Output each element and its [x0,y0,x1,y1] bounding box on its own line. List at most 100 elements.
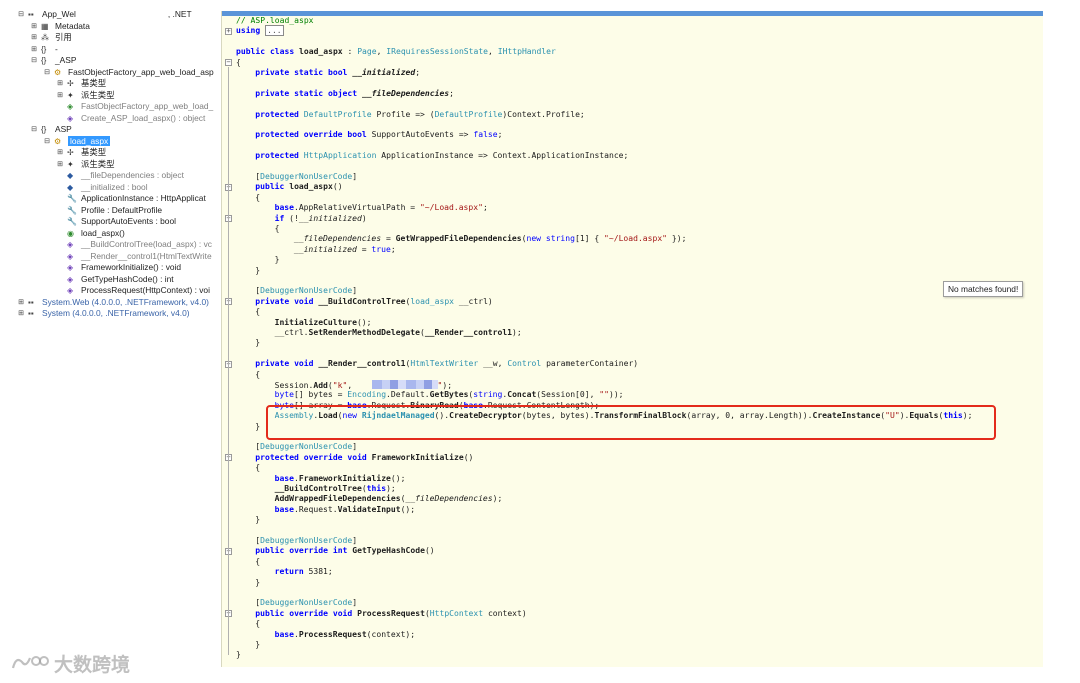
code-line: base.Request.ValidateInput(); [274,504,416,514]
tree-item[interactable]: ⊟ ⚙ FastObjectFactory_app_web_load_asp [14,67,220,79]
expand-toggle-icon[interactable]: ⊞ [55,159,65,171]
tree-item[interactable]: ◈ __Render__control1(HtmlTextWrite [14,251,220,263]
tree-item-label: 基类型 [81,78,107,88]
expand-toggle-icon[interactable]: ⊞ [55,78,65,90]
code-token: string [473,390,503,400]
tree-item[interactable]: ⊞ ▪▪ System.Web (4.0.0.0, .NETFramework, v… [14,297,220,309]
collapsed-using-button[interactable]: ... [265,25,284,37]
expand-toggle-icon[interactable]: ⊞ [55,147,65,159]
tree-item[interactable]: ◆ __fileDependencies : object [14,170,220,182]
tree-item[interactable]: ◈ ProcessRequest(HttpContext) : voi [14,285,220,297]
code-token: this [366,484,387,493]
field-icon: ◆ [67,182,74,192]
code-token: string [545,234,575,244]
code-token: Concat [507,390,537,400]
tree-item[interactable]: ⊞ ⁂ 引用 [14,32,220,44]
tree-item[interactable]: ⊞ ▪▪ System (4.0.0.0, .NETFramework, v4.0) [14,308,220,320]
code-token: FrameworkInitialize [298,473,391,483]
tree-item[interactable]: ⊟ ▪▪ App_Wel , .NET [14,9,220,21]
tree-item[interactable]: ⊞ ✢ 基类型 [14,147,220,159]
tree-item-label: 引用 [55,32,72,42]
expand-toggle-icon[interactable]: ⊞ [29,21,39,33]
tree-item[interactable]: 🔧 SupportAutoEvents : bool [14,216,220,228]
code-line: __initialized = true; [293,244,396,254]
code-token: void [347,452,367,462]
tree-item-label: load_aspx [68,135,111,146]
code-token: __fileDependencies [293,234,382,244]
namespace-icon: {} [41,125,47,134]
tree-item[interactable]: ⊞ ✦ 派生类型 [14,90,220,102]
code-token: byte [274,390,294,400]
assembly-tree[interactable]: ⊟ ▪▪ App_Wel, .NET ⊞ ▦ Metadata ⊞ ⁂ 引用 ⊞{} - ⊟{} _AS… [14,9,220,669]
tree-item[interactable]: 🔧 Profile : DefaultProfile [14,205,220,217]
code-token: load_aspx [410,296,455,306]
code-token: protected [255,130,299,140]
expand-toggle-icon[interactable]: ⊞ [16,308,26,320]
base-types-icon: ✢ [67,148,74,157]
collapse-toggle-icon[interactable]: ⊟ [42,67,52,79]
expand-toggle-icon[interactable]: ⊞ [55,90,65,102]
code-line: base.ProcessRequest(context); [274,629,416,639]
tree-item-label: System.Web (4.0.0.0, .NETFramework, v4.0… [42,296,209,307]
code-token: base [274,473,294,483]
tree-item[interactable]: ⊟ ⚙ load_aspx [14,135,220,148]
code-line: { [255,369,261,379]
tree-item[interactable]: 🔧 ApplicationInstance : HttpApplicat [14,193,220,205]
code-token: DebuggerNonUserCode [260,442,353,452]
collapse-toggle-icon[interactable]: ⊟ [29,55,39,67]
expand-toggle-icon[interactable]: ⊞ [29,44,39,56]
code-line: InitializeCulture(); [274,317,372,327]
tree-item[interactable]: ◈ Create_ASP_load_aspx() : object [14,113,220,125]
code-line: [DebuggerNonUserCode] [255,536,358,545]
tree-item[interactable]: ⊞{} - [14,44,220,56]
code-token: InitializeCulture [274,317,357,327]
code-token: __initialized [352,68,416,77]
expand-toggle-icon[interactable]: ⊞ [16,297,26,309]
method-icon: ◈ [67,286,74,295]
code-line: private static object __fileDependencies… [255,88,455,98]
tree-item[interactable]: ⊞ ✢ 基类型 [14,78,220,90]
tree-item[interactable]: ⊟{} _ASP [14,55,220,67]
code-line: [DebuggerNonUserCode] [255,442,358,452]
code-line: } [255,640,261,649]
metadata-icon: ▦ [41,21,49,31]
code-token: __initialized [293,244,357,254]
code-token: "~/Load.aspx" [604,234,668,244]
collapse-toggle-icon[interactable]: ⊟ [16,9,26,21]
tree-item[interactable]: ◈ GetTypeHashCode() : int [14,274,220,286]
collapse-region-icon[interactable]: − [225,59,232,67]
collapse-toggle-icon[interactable]: ⊟ [29,124,39,136]
tree-item[interactable]: ◈ FrameworkInitialize() : void [14,262,220,274]
code-line: { [255,192,261,202]
code-line: [DebuggerNonUserCode] [255,172,358,181]
code-line: protected override bool SupportAutoEvent… [255,130,503,140]
decompiled-code-view[interactable]: +−−−−−−−− // ASP.load_aspxusing ...publi… [221,11,1043,667]
tree-item[interactable]: ⊞ ▦ Metadata [14,21,220,33]
collapse-toggle-icon[interactable]: ⊟ [42,136,52,148]
method-icon: ◈ [67,113,74,123]
tree-item[interactable]: ◉ load_aspx() [14,228,220,240]
expand-region-icon[interactable]: + [225,27,232,35]
code-token: DebuggerNonUserCode [260,598,353,608]
code-token: GetTypeHashCode [352,546,425,556]
fold-guide-line [228,222,229,261]
namespace-icon: {} [41,56,47,65]
code-token: base [274,629,294,639]
code-line: [DebuggerNonUserCode] [255,286,358,296]
code-token: FrameworkInitialize [371,452,464,462]
tree-item[interactable]: ⊟{} ASP [14,124,220,136]
tree-item[interactable]: ⊞ ✦ 派生类型 [14,159,220,171]
code-token: // ASP.load_aspx [236,16,314,25]
method-icon: ◈ [67,274,74,284]
tree-item[interactable]: ◆ __initialized : bool [14,182,220,194]
code-token: AddWrappedFileDependencies [274,494,401,504]
tree-item[interactable]: ◈ FastObjectFactory_app_web_load_ [14,101,220,113]
code-token: public [236,47,266,57]
fold-gutter: +−−−−−−−− [222,16,234,667]
code-token: object [328,88,358,98]
code-token: private [255,359,290,369]
expand-toggle-icon[interactable]: ⊞ [29,32,39,44]
tree-item[interactable]: ◈ __BuildControlTree(load_aspx) : vc [14,239,220,251]
code-token: DebuggerNonUserCode [260,536,353,545]
code-line: { [255,619,261,629]
